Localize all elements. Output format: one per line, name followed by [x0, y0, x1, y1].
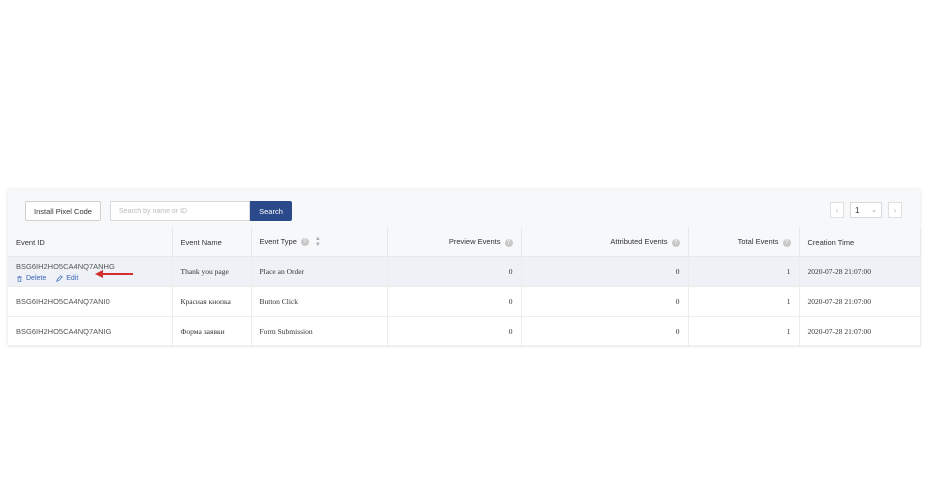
- pencil-icon: [56, 274, 64, 282]
- event-id-text: BSG6IH2HO5CA4NQ7ANHG: [16, 261, 115, 271]
- edit-button[interactable]: Edit: [56, 275, 78, 282]
- page-number: 1: [855, 205, 860, 215]
- header-preview-events: Preview Events?: [387, 228, 522, 257]
- pagination: ‹ 1 ⌄ ›: [830, 202, 902, 218]
- cell-attributed-events: 0: [521, 316, 689, 347]
- table-header-row: Event ID Event Name Event Type? ▲ ▼ Previe…: [8, 228, 921, 257]
- trash-icon: [17, 275, 22, 282]
- cell-event-id: BSG6IH2HO5CA4NQ7ANI0: [8, 286, 173, 317]
- cell-preview-events: 0: [387, 286, 522, 317]
- info-icon[interactable]: ?: [300, 238, 309, 246]
- page-select[interactable]: 1 ⌄: [850, 202, 882, 218]
- cell-creation-time: 2020-07-28 21:07:00: [799, 316, 921, 347]
- toolbar: Install Pixel Code Search ‹ 1 ⌄ ›: [8, 190, 920, 229]
- info-icon[interactable]: ?: [504, 238, 513, 247]
- cell-total-events: 1: [688, 316, 800, 347]
- table-row[interactable]: BSG6IH2HO5CA4NQ7ANIG Форма заявки Form S…: [8, 316, 921, 347]
- cell-total-events: 1: [688, 286, 800, 317]
- header-attributed-events: Attributed Events?: [521, 228, 689, 257]
- chevron-down-icon: ⌄: [871, 207, 877, 214]
- info-icon[interactable]: ?: [671, 238, 680, 247]
- cell-event-name: Thank you page: [172, 256, 252, 287]
- cell-creation-time: 2020-07-28 21:07:00: [799, 256, 921, 287]
- annotation-arrow-icon: [95, 270, 133, 278]
- cell-event-name: Форма заявки: [172, 316, 252, 347]
- cell-preview-events: 0: [387, 316, 522, 347]
- chevron-left-icon[interactable]: ‹: [830, 202, 844, 218]
- cell-event-name: Красная кнопка: [172, 286, 252, 317]
- cell-event-id: BSG6IH2HO5CA4NQ7ANHG Delete Edit: [8, 256, 173, 287]
- delete-button[interactable]: Delete: [16, 275, 46, 282]
- table-row[interactable]: BSG6IH2HO5CA4NQ7ANI0 Красная кнопка Butt…: [8, 286, 921, 317]
- install-pixel-code-button[interactable]: Install Pixel Code: [25, 201, 101, 221]
- search-button[interactable]: Search: [250, 201, 292, 221]
- cell-event-type: Place an Order: [251, 256, 388, 287]
- header-event-type[interactable]: Event Type? ▲ ▼: [251, 228, 388, 257]
- row-actions: Delete Edit: [16, 275, 164, 282]
- cell-creation-time: 2020-07-28 21:07:00: [799, 286, 921, 317]
- sort-icon[interactable]: ▲ ▼: [315, 236, 321, 248]
- chevron-right-icon[interactable]: ›: [888, 202, 902, 218]
- cell-event-id: BSG6IH2HO5CA4NQ7ANIG: [8, 316, 173, 347]
- events-table: Event ID Event Name Event Type? ▲ ▼ Previe…: [8, 228, 921, 347]
- events-panel: Install Pixel Code Search ‹ 1 ⌄ › Event …: [8, 190, 921, 347]
- cell-event-type: Button Click: [251, 286, 388, 317]
- cell-preview-events: 0: [387, 256, 522, 287]
- search-input[interactable]: [110, 201, 250, 221]
- header-creation-time: Creation Time: [799, 228, 921, 257]
- cell-attributed-events: 0: [521, 256, 689, 287]
- header-total-events: Total Events?: [688, 228, 800, 257]
- header-event-name: Event Name: [172, 228, 252, 257]
- cell-event-type: Form Submission: [251, 316, 388, 347]
- cell-attributed-events: 0: [521, 286, 689, 317]
- cell-total-events: 1: [688, 256, 800, 287]
- info-icon[interactable]: ?: [782, 238, 791, 247]
- table-row[interactable]: BSG6IH2HO5CA4NQ7ANHG Delete Edit Thank y…: [8, 256, 921, 287]
- header-event-id: Event ID: [8, 228, 173, 257]
